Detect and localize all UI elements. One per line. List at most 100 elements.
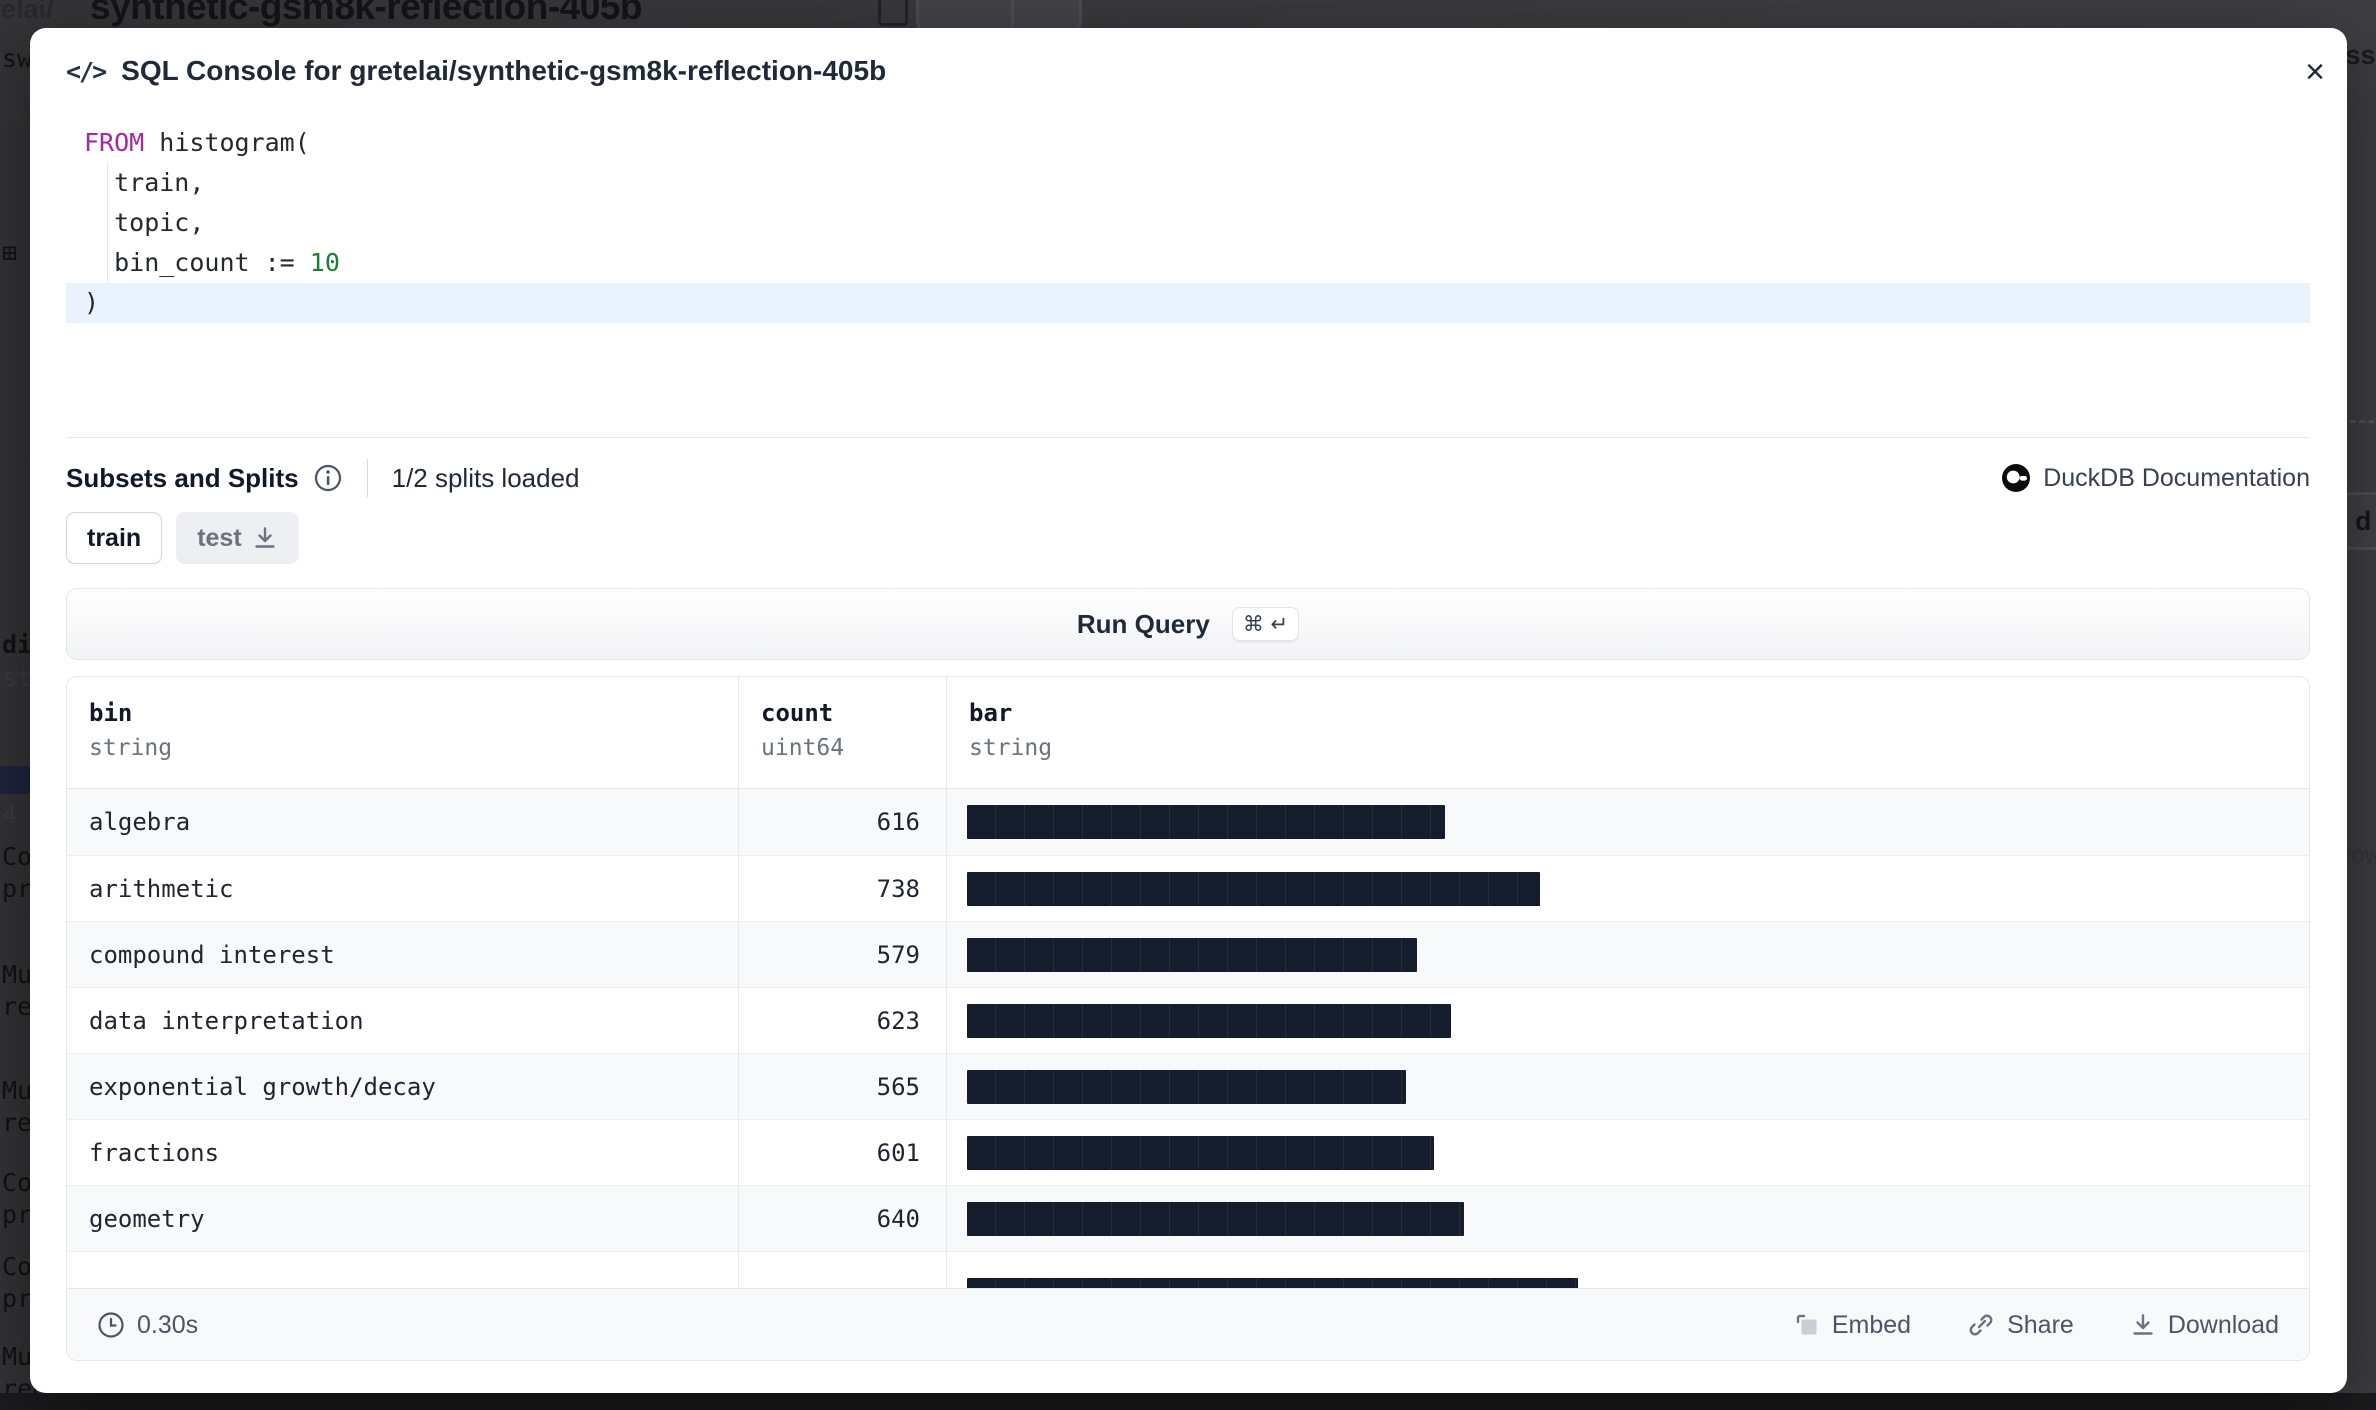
duckdb-icon (2001, 463, 2031, 493)
histogram-bar (967, 872, 1540, 906)
column-name: bin (89, 699, 738, 727)
subsets-heading: Subsets and Splits (66, 463, 299, 494)
table-row: exponential growth/decay565 (67, 1053, 2309, 1119)
cell-bar (947, 988, 2309, 1053)
table-row: compound interest579 (67, 921, 2309, 987)
backdrop-selected-row-band (0, 766, 32, 794)
results-table-body[interactable]: algebra616arithmetic738compound interest… (67, 789, 2309, 1288)
cell-bar (947, 1186, 2309, 1251)
histogram-bar (967, 1278, 1578, 1288)
cell-count: 565 (739, 1054, 947, 1119)
split-chip-test[interactable]: test (176, 512, 298, 564)
sql-token: topic, (84, 208, 204, 237)
sql-token: train, (84, 168, 204, 197)
column-header-bar: bar string (947, 677, 2309, 788)
duckdb-documentation-label: DuckDB Documentation (2043, 464, 2310, 493)
cell-bin: exponential growth/decay (67, 1054, 739, 1119)
cell-bin: fractions (67, 1120, 739, 1185)
duckdb-documentation-link[interactable]: DuckDB Documentation (2001, 456, 2310, 500)
cell-bar (947, 789, 2309, 855)
cell-count: 601 (739, 1120, 947, 1185)
cell-count: 640 (739, 1186, 947, 1251)
cell-bin: compound interest (67, 922, 739, 987)
code-line-2[interactable]: train, (66, 163, 2310, 203)
backdrop-dataset-title: synthetic-gsm8k-reflection-405b (90, 0, 642, 28)
code-line-4[interactable]: bin_count := 10 (66, 243, 2310, 283)
split-chips-row: train test (66, 512, 299, 564)
backdrop-dataset-owner: telai/ (0, 0, 54, 25)
cell-bar (947, 1120, 2309, 1185)
column-name: count (761, 699, 946, 727)
split-chip-train[interactable]: train (66, 512, 162, 564)
column-type: string (89, 735, 738, 761)
histogram-bar (967, 1202, 1464, 1236)
table-row: algebra616 (67, 789, 2309, 855)
results-footer: 0.30s Embed Share Download (67, 1288, 2309, 1361)
histogram-bar (967, 1070, 1406, 1104)
cell-bar (947, 1054, 2309, 1119)
table-row: geometry640 (67, 1185, 2309, 1251)
code-icon: </> (66, 57, 105, 86)
modal-header: </> SQL Console for gretelai/synthetic-g… (66, 28, 2311, 114)
code-line-3[interactable]: topic, (66, 203, 2310, 243)
cell-count: 738 (739, 856, 947, 921)
sql-editor[interactable]: FROM histogram( train, topic, bin_count … (66, 123, 2310, 423)
download-icon (2130, 1312, 2156, 1338)
table-row: arithmetic738 (67, 855, 2309, 921)
action-label: Download (2168, 1311, 2279, 1340)
close-icon[interactable]: × (2291, 48, 2339, 96)
cell-bin: algebra (67, 789, 739, 855)
modal-title: SQL Console for gretelai/synthetic-gsm8k… (121, 55, 886, 87)
info-icon[interactable] (313, 463, 343, 493)
keyboard-shortcut-badge: ⌘ ↵ (1232, 607, 1299, 641)
cell-bar (947, 1252, 2309, 1288)
copy-icon (878, 0, 908, 26)
column-type: uint64 (761, 735, 946, 761)
sql-token: bin_count := (84, 248, 310, 277)
page: { "backdrop": { "top": { "path_prefix": … (0, 0, 2376, 1410)
table-row: data interpretation623 (67, 987, 2309, 1053)
cell-count: 623 (739, 988, 947, 1053)
results-table-header: bin string count uint64 bar string (67, 677, 2309, 789)
cell-bin: arithmetic (67, 856, 739, 921)
vertical-separator (367, 459, 368, 497)
download-button[interactable]: Download (2130, 1311, 2279, 1340)
sql-token: histogram( (144, 128, 310, 157)
histogram-bar (967, 938, 1417, 972)
embed-button[interactable]: Embed (1794, 1311, 1911, 1340)
share-icon (1967, 1311, 1995, 1339)
backdrop-bottom-bar (0, 1393, 2376, 1410)
action-label: Embed (1832, 1311, 1911, 1340)
cell-bar (947, 856, 2309, 921)
column-name: bar (969, 699, 2309, 727)
cell-bin: data interpretation (67, 988, 739, 1053)
code-line-1[interactable]: FROM histogram( (66, 123, 2310, 163)
embed-icon (1794, 1312, 1820, 1338)
split-chip-label: test (197, 524, 241, 553)
backdrop-text-fragment: sw (2, 44, 32, 73)
share-button[interactable]: Share (1967, 1311, 2074, 1340)
sql-token: ) (84, 288, 99, 317)
histogram-bar (967, 1004, 1451, 1038)
column-header-count: count uint64 (739, 677, 947, 788)
cell-bar (947, 922, 2309, 987)
sql-console-modal: </> SQL Console for gretelai/synthetic-g… (30, 28, 2347, 1393)
footer-actions: Embed Share Download (1794, 1311, 2279, 1340)
column-type: string (969, 735, 2309, 761)
histogram-bar (967, 805, 1445, 839)
table-row-partial (67, 1251, 2309, 1288)
split-chip-label: train (87, 524, 141, 553)
clock-icon (97, 1311, 125, 1339)
run-query-button[interactable]: Run Query ⌘ ↵ (66, 588, 2310, 660)
action-label: Share (2007, 1311, 2074, 1340)
code-line-5[interactable]: ) (66, 283, 2310, 323)
query-results-panel: bin string count uint64 bar string algeb… (66, 676, 2310, 1361)
cell-count: 579 (739, 922, 947, 987)
run-query-label: Run Query (1077, 609, 1210, 640)
histogram-bar (967, 1136, 1434, 1170)
download-icon (252, 525, 278, 551)
divider (66, 437, 2310, 438)
query-elapsed-time: 0.30s (97, 1311, 198, 1340)
indent-guide (107, 163, 108, 283)
cell-count: 616 (739, 789, 947, 855)
